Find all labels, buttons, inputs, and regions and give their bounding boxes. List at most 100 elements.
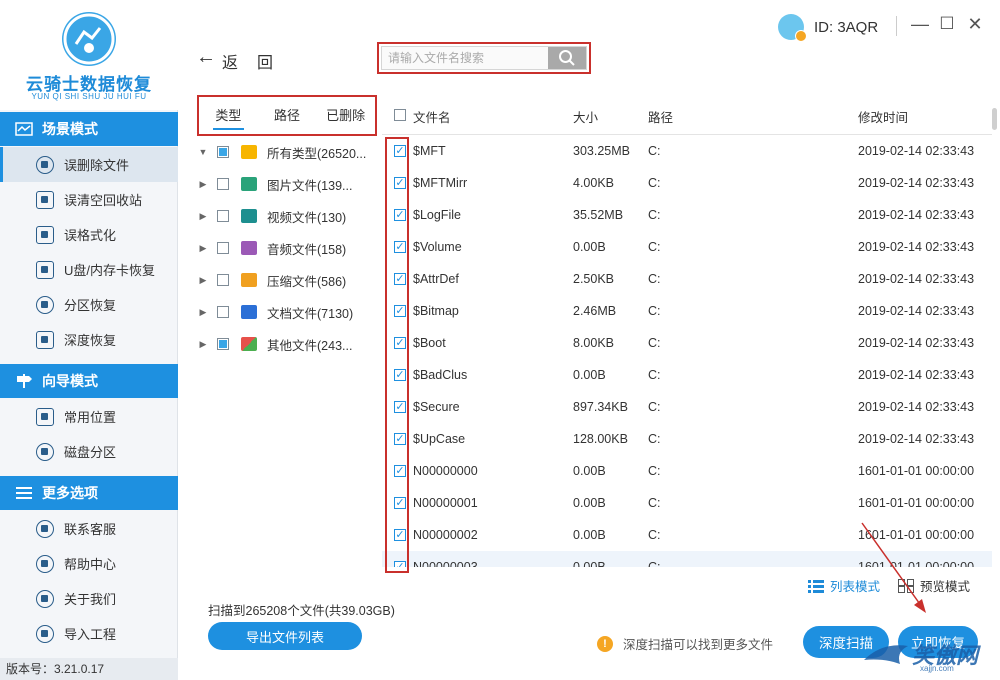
shark-logo-icon [864, 645, 908, 664]
tree-checkbox[interactable] [217, 178, 229, 190]
tree-checkbox[interactable] [217, 274, 229, 286]
image-file-icon [241, 177, 257, 191]
expand-icon[interactable]: ▶ [197, 275, 209, 286]
header-modified[interactable]: 修改时间 [858, 107, 908, 126]
tree-checkbox[interactable] [217, 338, 229, 350]
sidebar-item-about[interactable]: 关于我们 [0, 581, 178, 616]
sidebar-item-format[interactable]: 误格式化 [0, 217, 178, 252]
file-path: C: [648, 240, 661, 254]
file-table: $MFT303.25MBC:2019-02-14 02:33:43 $MFTMir… [382, 135, 992, 567]
tree-item-images[interactable]: ▶ 图片文件(139... [197, 168, 382, 200]
table-row[interactable]: $Bitmap 2.46MB C: 2019-02-14 02:33:43 [382, 295, 992, 327]
tab-path[interactable]: 路径 [258, 97, 317, 134]
table-row[interactable]: $LogFile 35.52MB C: 2019-02-14 02:33:43 [382, 199, 992, 231]
scrollbar[interactable] [992, 108, 997, 130]
export-file-list-button[interactable]: 导出文件列表 [208, 622, 362, 650]
tree-item-all-types[interactable]: ▼ 所有类型(26520... [197, 136, 382, 168]
file-path: C: [648, 208, 661, 222]
file-name: $MFTMirr [413, 176, 468, 190]
tree-checkbox[interactable] [217, 306, 229, 318]
select-all-checkbox[interactable] [394, 108, 406, 121]
maximize-icon[interactable]: ☐ [937, 14, 957, 34]
table-row[interactable]: $MFT 303.25MB C: 2019-02-14 02:33:43 [382, 135, 992, 167]
tree-item-documents[interactable]: ▶ 文档文件(7130) [197, 296, 382, 328]
expand-icon[interactable]: ▶ [197, 339, 209, 350]
expand-icon[interactable]: ▶ [197, 179, 209, 190]
other-file-icon [241, 337, 257, 351]
search-box [377, 42, 591, 74]
file-size: 0.00B [573, 368, 606, 382]
table-row[interactable]: $BadClus 0.00B C: 2019-02-14 02:33:43 [382, 359, 992, 391]
file-modified: 2019-02-14 02:33:43 [858, 304, 975, 318]
file-modified: 1601-01-01 00:00:00 [858, 496, 975, 510]
header-size[interactable]: 大小 [573, 107, 598, 126]
scan-summary: 扫描到265208个文件(共39.03GB) [208, 604, 395, 618]
file-modified: 2019-02-14 02:33:43 [858, 400, 975, 414]
file-size: 0.00B [573, 528, 606, 542]
windows-icon [36, 407, 54, 426]
deep-scan-tip: ! 深度扫描可以找到更多文件 [597, 634, 773, 653]
sidebar-item-deleted-files[interactable]: 误删除文件 [0, 147, 178, 182]
back-label-2[interactable]: 回 [257, 49, 273, 73]
tree-item-videos[interactable]: ▶ 视频文件(130) [197, 200, 382, 232]
file-name: $BadClus [413, 368, 468, 382]
file-path: C: [648, 272, 661, 286]
sidebar-item-usb[interactable]: U盘/内存卡恢复 [0, 252, 178, 287]
file-size: 35.52MB [573, 208, 624, 222]
search-input[interactable] [382, 47, 548, 69]
sidebar-item-help-center[interactable]: 帮助中心 [0, 546, 178, 581]
sidebar-item-deep-recovery[interactable]: 深度恢复 [0, 322, 178, 357]
sidebar-item-import-project[interactable]: 导入工程 [0, 616, 178, 651]
close-icon[interactable]: ✕ [965, 14, 985, 35]
tree-checkbox[interactable] [217, 242, 229, 254]
table-row[interactable]: $MFTMirr 4.00KB C: 2019-02-14 02:33:43 [382, 167, 992, 199]
minimize-icon[interactable]: — [910, 14, 930, 35]
tree-item-archives[interactable]: ▶ 压缩文件(586) [197, 264, 382, 296]
table-row[interactable]: $AttrDef 2.50KB C: 2019-02-14 02:33:43 [382, 263, 992, 295]
sidebar-item-recycle-bin[interactable]: 误清空回收站 [0, 182, 178, 217]
file-size: 4.00KB [573, 176, 615, 190]
file-path: C: [648, 400, 661, 414]
import-icon [36, 624, 54, 643]
tree-checkbox[interactable] [217, 210, 229, 222]
file-name: N00000001 [413, 496, 478, 510]
tree-item-audio[interactable]: ▶ 音频文件(158) [197, 232, 382, 264]
table-row[interactable]: $Secure 897.34KB C: 2019-02-14 02:33:43 [382, 391, 992, 423]
file-modified: 1601-01-01 00:00:00 [858, 464, 975, 478]
header-name[interactable]: 文件名 [413, 107, 451, 126]
tab-deleted[interactable]: 已删除 [316, 97, 375, 134]
collapse-icon[interactable]: ▼ [197, 147, 209, 157]
header-path[interactable]: 路径 [648, 107, 673, 126]
expand-icon[interactable]: ▶ [197, 307, 209, 318]
table-row[interactable]: $UpCase 128.00KB C: 2019-02-14 02:33:43 [382, 423, 992, 455]
back-arrow-icon[interactable]: ← [196, 46, 216, 69]
tab-type[interactable]: 类型 [199, 97, 258, 134]
back-label[interactable]: 返 [222, 49, 238, 73]
tree-item-others[interactable]: ▶ 其他文件(243... [197, 328, 382, 360]
file-name: $AttrDef [413, 272, 459, 286]
deep-recovery-icon [36, 330, 54, 349]
expand-icon[interactable]: ▶ [197, 211, 209, 222]
sidebar-item-partition[interactable]: 分区恢复 [0, 287, 178, 322]
file-name: $Secure [413, 400, 460, 414]
sidebar-item-contact-support[interactable]: 联系客服 [0, 511, 178, 546]
list-icon [808, 579, 824, 593]
file-path: C: [648, 464, 661, 478]
sidebar-item-common-locations[interactable]: 常用位置 [0, 399, 178, 434]
menu-icon [14, 485, 34, 501]
table-row[interactable]: N00000000 0.00B C: 1601-01-01 00:00:00 [382, 455, 992, 487]
table-row[interactable]: $Boot 8.00KB C: 2019-02-14 02:33:43 [382, 327, 992, 359]
table-row[interactable]: $Volume 0.00B C: 2019-02-14 02:33:43 [382, 231, 992, 263]
sidebar-item-disk-partition[interactable]: 磁盘分区 [0, 434, 178, 469]
checkbox-highlight-box [385, 137, 409, 573]
search-button[interactable] [548, 47, 586, 69]
expand-icon[interactable]: ▶ [197, 243, 209, 254]
file-modified: 2019-02-14 02:33:43 [858, 176, 975, 190]
avatar[interactable] [778, 14, 807, 42]
window-separator [896, 16, 897, 36]
file-name: N00000002 [413, 528, 478, 542]
file-name: $LogFile [413, 208, 461, 222]
folder-icon [241, 145, 257, 159]
tree-checkbox[interactable] [217, 146, 229, 158]
file-size: 2.46MB [573, 304, 617, 318]
